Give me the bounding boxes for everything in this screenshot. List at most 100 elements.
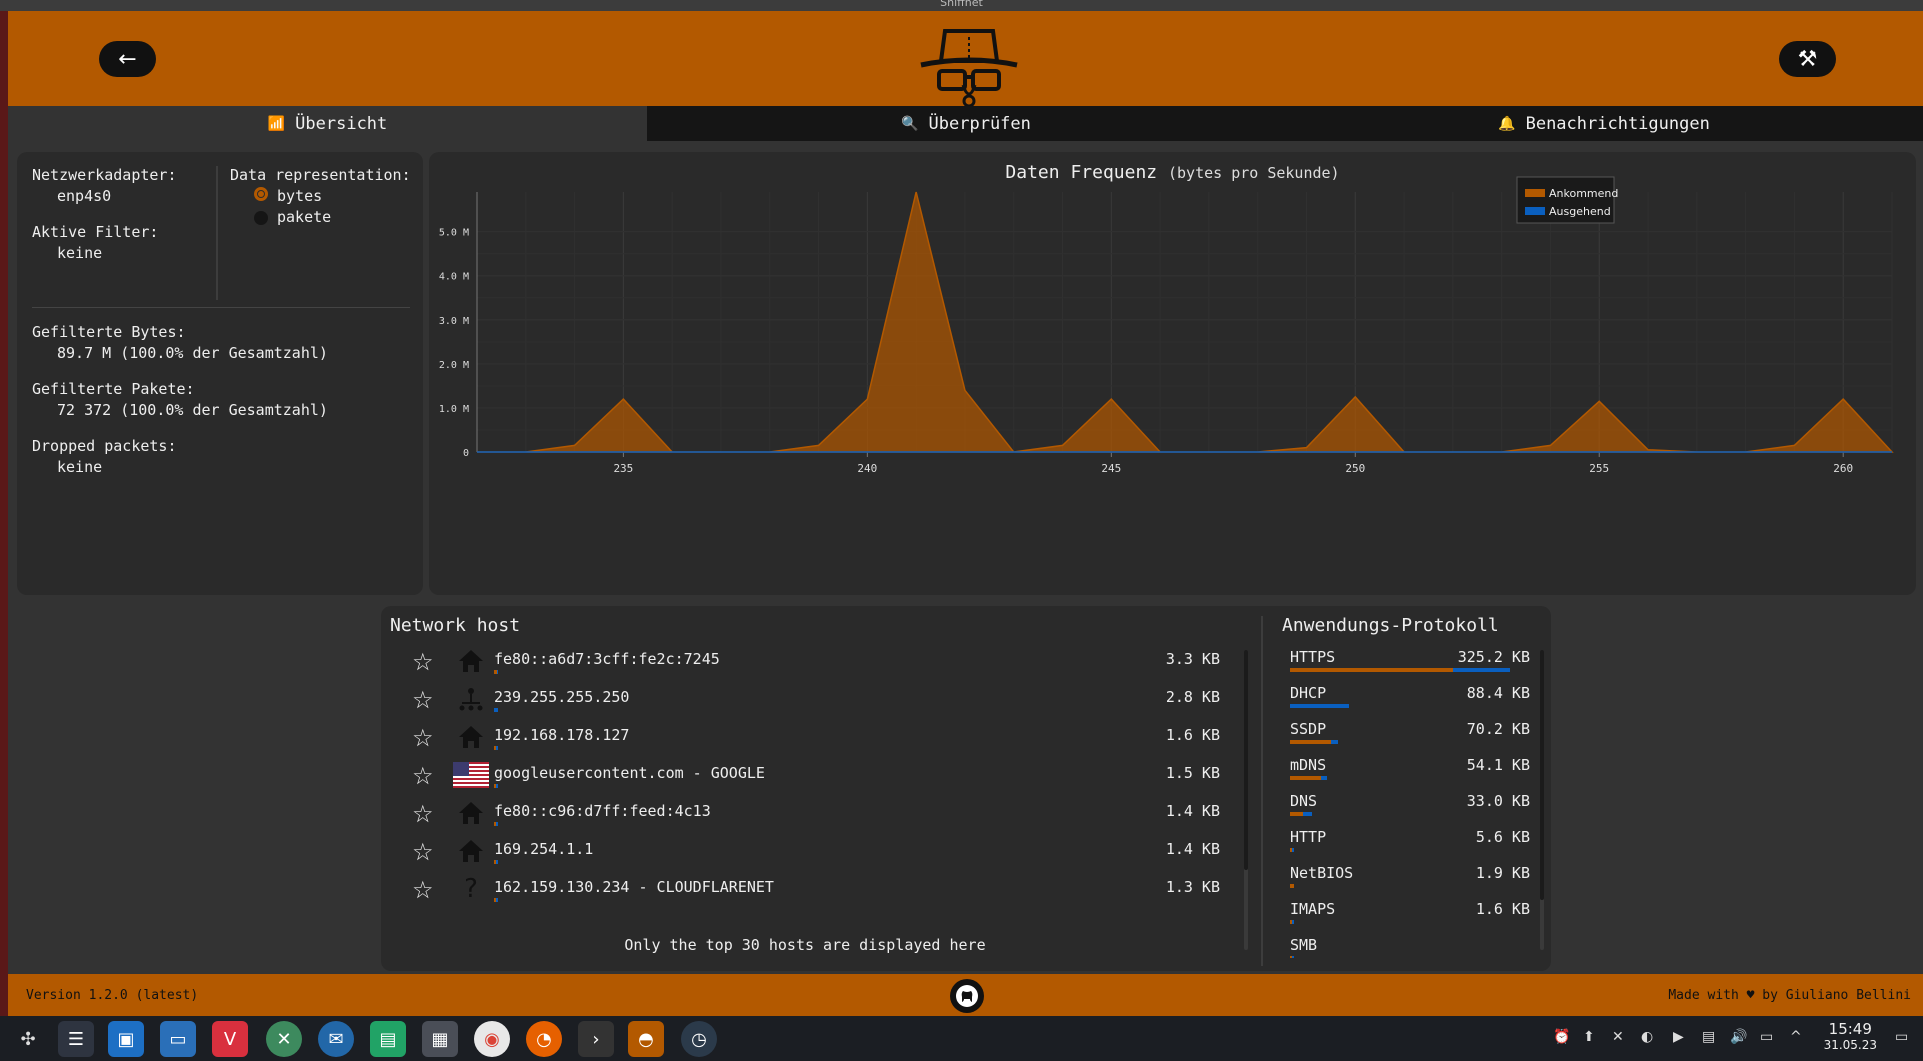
radio-packets-label[interactable]: pakete [277, 208, 331, 226]
firefox-icon[interactable]: ◔ [526, 1021, 562, 1057]
host-row[interactable]: ☆ 239.255.255.250 2.8 KB [390, 684, 1220, 722]
adapter-value: enp4s0 [57, 187, 112, 205]
host-traffic-size: 1.6 KB [1165, 726, 1220, 744]
hosts-scrollbar[interactable] [1244, 650, 1248, 950]
settings-button[interactable]: ⚒ [1779, 41, 1836, 77]
divider [1261, 616, 1263, 966]
clipboard-icon[interactable]: ▤ [1702, 1029, 1715, 1045]
network-speed-icon[interactable]: ◐ [1641, 1029, 1653, 1045]
protocol-row: DNS 33.0 KB [1290, 792, 1530, 828]
host-outgoing-bar [497, 670, 498, 674]
mail-app-icon[interactable]: ✉ [318, 1021, 354, 1057]
radio-bytes[interactable] [254, 187, 268, 201]
favorite-star-icon[interactable]: ☆ [412, 686, 434, 714]
favorite-star-icon[interactable]: ☆ [412, 648, 434, 676]
display-icon[interactable]: ▭ [1760, 1029, 1773, 1045]
protocol-size: 70.2 KB [1466, 720, 1530, 738]
divider [32, 307, 410, 308]
settings-app-icon[interactable]: ☰ [58, 1021, 94, 1057]
start-menu-icon[interactable]: ✣ [10, 1021, 46, 1057]
media-icon[interactable]: ▶ [1673, 1029, 1684, 1045]
y-tick-label: 2.0 M [439, 360, 469, 371]
protocols-scrollbar[interactable] [1540, 650, 1544, 950]
chrome-icon[interactable]: ◉ [474, 1021, 510, 1057]
protocol-row: SSDP 70.2 KB [1290, 720, 1530, 756]
protocol-outgoing-bar [1292, 920, 1294, 924]
tab-overview[interactable]: 📶 Übersicht [8, 106, 647, 141]
protocol-incoming-bar [1290, 812, 1303, 816]
host-traffic-size: 1.4 KB [1165, 802, 1220, 820]
host-row[interactable]: ☆ googleusercontent.com - GOOGLE 1.5 KB [390, 760, 1220, 798]
multicast-icon [453, 684, 489, 714]
host-list: ☆ fe80::a6d7:3cff:fe2c:7245 3.3 KB ☆ 239.255… [390, 646, 1220, 916]
back-button[interactable]: ← [99, 41, 156, 77]
tab-notifications[interactable]: 🔔 Benachrichtigungen [1285, 106, 1923, 141]
xcode-icon[interactable]: ✕ [266, 1021, 302, 1057]
update-icon[interactable]: ⬆ [1583, 1029, 1595, 1045]
favorite-star-icon[interactable]: ☆ [412, 800, 434, 828]
host-row[interactable]: ☆ fe80::a6d7:3cff:fe2c:7245 3.3 KB [390, 646, 1220, 684]
protocol-name: HTTP [1290, 828, 1327, 846]
sheets-app-icon[interactable]: ▤ [370, 1021, 406, 1057]
tab-label: Überprüfen [928, 113, 1031, 134]
terminal-icon[interactable]: › [578, 1021, 614, 1057]
window-title: Sniffnet [940, 0, 983, 9]
radio-bytes-label[interactable]: bytes [277, 187, 322, 205]
protocol-name: DNS [1290, 792, 1318, 810]
protocol-incoming-bar [1290, 776, 1321, 780]
clock-app-icon[interactable]: ◷ [681, 1021, 717, 1057]
monitor-app-icon[interactable]: ▦ [422, 1021, 458, 1057]
protocol-outgoing-bar [1331, 740, 1338, 744]
favorite-star-icon[interactable]: ☆ [412, 838, 434, 866]
alarm-icon[interactable]: ⏰ [1553, 1029, 1570, 1045]
filters-value: keine [57, 244, 103, 262]
github-button[interactable] [950, 979, 984, 1013]
chevron-up-icon[interactable]: ^ [1790, 1029, 1802, 1045]
radio-packets[interactable] [254, 211, 268, 225]
protocol-row: HTTP 5.6 KB [1290, 828, 1530, 864]
github-icon [956, 985, 978, 1007]
legend-swatch [1525, 207, 1545, 215]
filters-label: Aktive Filter: [32, 223, 159, 241]
protocol-row: mDNS 54.1 KB [1290, 756, 1530, 792]
series-area-ankommend [477, 191, 1894, 453]
favorite-star-icon[interactable]: ☆ [412, 724, 434, 752]
show-desktop-icon[interactable]: ▭ [1895, 1029, 1908, 1045]
protocol-row: NetBIOS 1.9 KB [1290, 864, 1530, 900]
desktop-background [0, 11, 8, 1016]
host-outgoing-bar [496, 822, 498, 826]
bell-icon: 🔔 [1498, 115, 1516, 132]
vivaldi-icon[interactable]: V [212, 1021, 248, 1057]
host-row[interactable]: ☆ 169.254.1.1 1.4 KB [390, 836, 1220, 874]
taskbar-clock[interactable]: 15:49 31.05.23 [1824, 1020, 1877, 1052]
protocol-outgoing-bar [1453, 668, 1510, 672]
hosts-protocols-panel: Network host ☆ fe80::a6d7:3cff:fe2c:7245 3… [381, 606, 1551, 971]
legend-label: Ankommend [1549, 187, 1618, 200]
volume-icon[interactable]: 🔊 [1730, 1029, 1747, 1045]
x-tick-label: 255 [1589, 462, 1609, 475]
sniffnet-taskbar-icon[interactable]: ◓ [628, 1021, 664, 1057]
favorite-star-icon[interactable]: ☆ [412, 876, 434, 904]
bytes-label: Gefilterte Bytes: [32, 323, 186, 341]
protocol-row: IMAPS 1.6 KB [1290, 900, 1530, 936]
files-app-icon[interactable]: ▭ [160, 1021, 196, 1057]
arrow-left-icon: ← [118, 46, 137, 72]
y-tick-label: 4.0 M [439, 272, 469, 283]
host-outgoing-bar [496, 746, 498, 750]
host-row[interactable]: ☆ 192.168.178.127 1.6 KB [390, 722, 1220, 760]
protocol-size: 1.9 KB [1475, 864, 1530, 882]
bytes-value: 89.7 M (100.0% der Gesamtzahl) [57, 344, 328, 362]
tab-inspect[interactable]: 🔍 Überprüfen [647, 106, 1285, 141]
protocol-name: DHCP [1290, 684, 1327, 702]
protocol-list-viewport: HTTPS 325.2 KB DHCP 88.4 KB SSDP 70.2 KB mDNS 5… [1290, 648, 1530, 958]
store-app-icon[interactable]: ▣ [108, 1021, 144, 1057]
host-row[interactable]: ☆ fe80::c96:d7ff:feed:4c13 1.4 KB [390, 798, 1220, 836]
host-name: fe80::a6d7:3cff:fe2c:7245 [494, 650, 720, 668]
x-tick-label: 245 [1101, 462, 1121, 475]
sync-icon[interactable]: ✕ [1612, 1029, 1624, 1045]
overview-panel: Netzwerkadapter: enp4s0 Aktive Filter: k… [17, 152, 423, 595]
host-name: googleusercontent.com - GOOGLE [494, 764, 765, 782]
tab-label: Benachrichtigungen [1525, 113, 1710, 134]
host-row[interactable]: ☆? 162.159.130.234 - CLOUDFLARENET 1.3 KB [390, 874, 1220, 912]
favorite-star-icon[interactable]: ☆ [412, 762, 434, 790]
